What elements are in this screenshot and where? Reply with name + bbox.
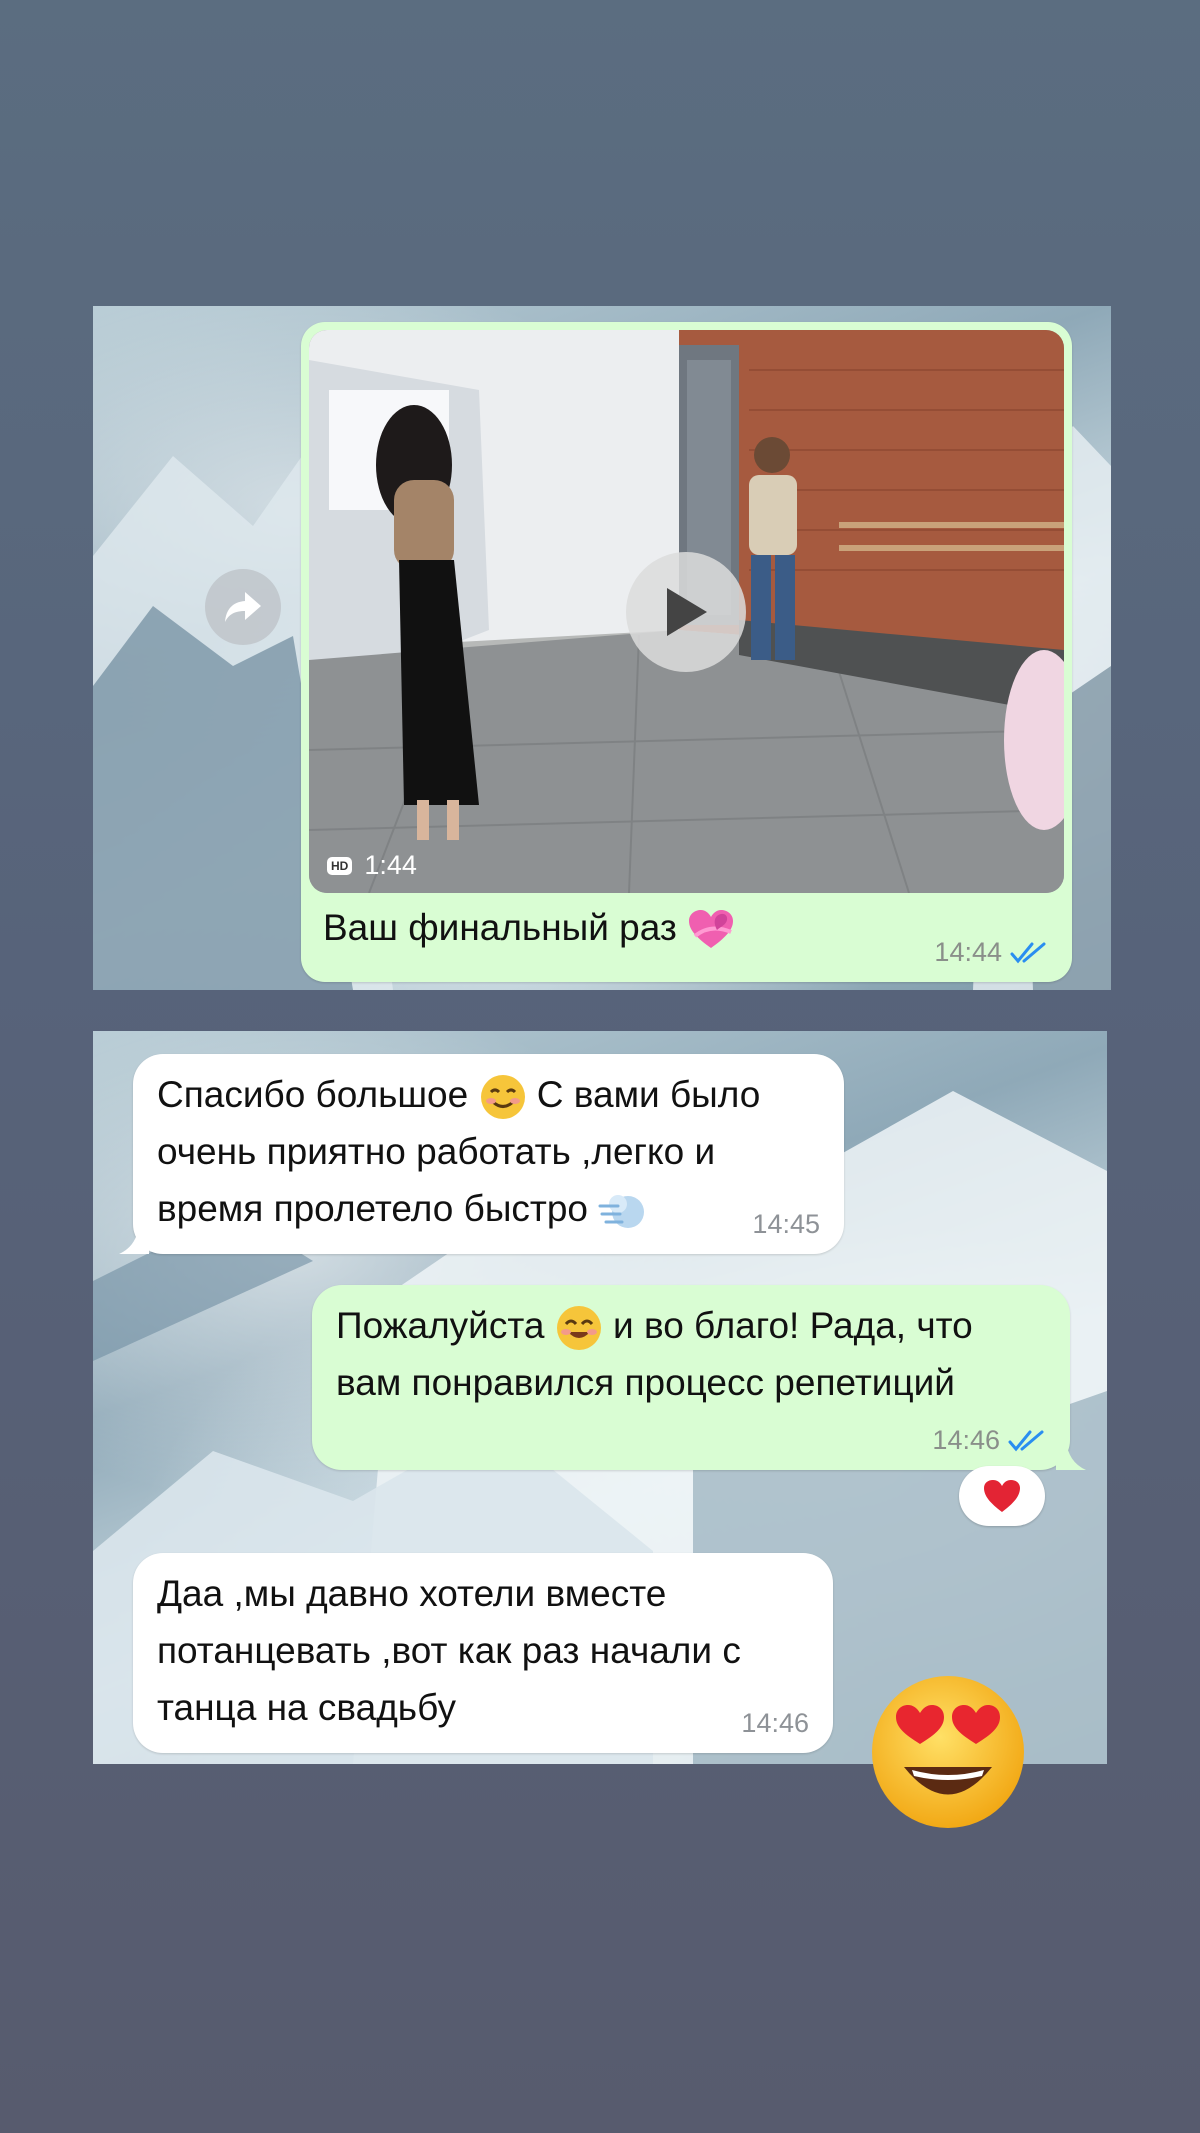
smiling-face-with-smiling-eyes-icon [556,1306,601,1351]
video-duration: HD 1:44 [327,850,417,881]
message-text: Пожалуйста и во благо! Рада, что вам пон… [336,1297,1046,1411]
read-ticks-icon [1010,942,1046,963]
message-time: 14:46 [741,1708,809,1738]
incoming-message-1[interactable]: Спасибо большое С вами было очень приятн… [119,1054,844,1254]
message-line-3: время пролетело быстро [157,1188,589,1229]
message-line-1: Даа ,мы давно хотели вместе [157,1573,667,1614]
play-button[interactable] [626,552,746,672]
hd-badge: HD [327,856,353,875]
video-message-meta: 14:44 [934,937,1048,968]
message-line-3: танца на свадьбу [157,1687,456,1728]
incoming-message-1-meta: 14:45 [752,1209,820,1240]
message-line-1-tail: и во благо! Рада, что [613,1305,973,1346]
video-message-bubble[interactable]: HD 1:44 Ваш финальный раз 14:44 [301,322,1072,982]
bubble-tail [119,1224,149,1254]
message-line-1-tail: С вами было [536,1074,761,1115]
read-ticks-icon [1008,1430,1044,1451]
play-icon [667,588,707,636]
caption-text: Ваш финальный раз [323,907,677,948]
message-line-1: Спасибо большое [157,1074,469,1115]
smiling-face-with-heart-eyes-icon [872,1676,1024,1828]
message-line-1: Пожалуйста [336,1305,545,1346]
message-reaction[interactable] [959,1466,1045,1526]
dashing-away-icon [598,1195,645,1229]
message-text: Даа ,мы давно хотели вместе потанцевать … [157,1565,809,1736]
incoming-message-2-meta: 14:46 [741,1708,809,1739]
video-thumbnail[interactable]: HD 1:44 [309,330,1064,893]
duration-label: 1:44 [364,850,417,880]
smiling-face-icon [480,1075,525,1120]
message-time: 14:45 [752,1209,820,1239]
message-time: 14:46 [932,1425,1000,1455]
outgoing-message-1[interactable]: Пожалуйста и во благо! Рада, что вам пон… [312,1285,1086,1470]
bubble-tail [1056,1440,1086,1470]
incoming-message-2[interactable]: Даа ,мы давно хотели вместе потанцевать … [133,1553,833,1753]
red-heart-icon [984,1480,1020,1512]
outgoing-message-1-meta: 14:46 [932,1425,1046,1456]
message-line-2: очень приятно работать ,легко и [157,1131,716,1172]
message-line-2: вам понравился процесс репетиций [336,1362,955,1403]
forward-button[interactable] [205,569,281,645]
message-time: 14:44 [934,937,1002,967]
message-line-2: потанцевать ,вот как раз начали с [157,1630,741,1671]
video-caption: Ваш финальный раз [323,899,735,956]
heart-with-ribbon-icon [689,910,734,949]
forward-icon [225,592,261,622]
message-text: Спасибо большое С вами было очень приятн… [157,1066,820,1237]
